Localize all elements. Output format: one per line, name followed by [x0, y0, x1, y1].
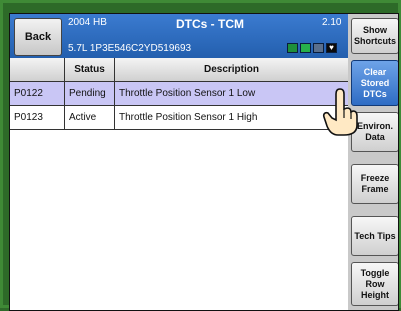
freeze-frame-button[interactable]: Freeze Frame: [351, 164, 398, 204]
dtc-code: P0122: [10, 82, 65, 105]
back-button[interactable]: Back: [14, 18, 62, 56]
vehicle-year-model: 2004 HB: [68, 17, 107, 28]
column-header-description: Description: [203, 64, 259, 75]
dtc-code: P0123: [10, 106, 65, 129]
table-header-row: Status Description: [10, 58, 348, 82]
table-row[interactable]: P0123 Active Throttle Position Sensor 1 …: [10, 106, 348, 130]
right-button-bar: Show Shortcuts Clear Stored DTCs Environ…: [348, 14, 398, 310]
hand-pointer-icon: [322, 87, 360, 142]
heart-icon: ♥: [326, 43, 337, 53]
battery-icon: [287, 43, 298, 53]
header-bar: Back 2004 HB 5.7L 1P3E546C2YD519693 DTCs…: [10, 14, 348, 59]
status-icons: ♥: [287, 43, 337, 53]
software-version: 2.10: [322, 17, 342, 28]
column-header-code: [10, 58, 65, 81]
column-header-status: Status: [65, 58, 115, 81]
dtc-description: Throttle Position Sensor 1 High: [119, 112, 258, 123]
screen: Back 2004 HB 5.7L 1P3E546C2YD519693 DTCs…: [9, 13, 399, 311]
show-shortcuts-button[interactable]: Show Shortcuts: [351, 18, 398, 54]
cable-icon: [313, 43, 324, 53]
dtc-description: Throttle Position Sensor 1 Low: [119, 88, 256, 99]
dtc-status: Active: [65, 106, 115, 129]
toggle-row-height-button[interactable]: Toggle Row Height: [351, 262, 398, 306]
signal-icon: [300, 43, 311, 53]
vehicle-vin: 5.7L 1P3E546C2YD519693: [68, 43, 192, 54]
tech-tips-button[interactable]: Tech Tips: [351, 216, 398, 256]
table-row[interactable]: P0122 Pending Throttle Position Sensor 1…: [10, 82, 348, 106]
page-title: DTCs - TCM: [176, 17, 244, 31]
dtc-status: Pending: [65, 82, 115, 105]
device-frame: Back 2004 HB 5.7L 1P3E546C2YD519693 DTCs…: [0, 0, 401, 311]
